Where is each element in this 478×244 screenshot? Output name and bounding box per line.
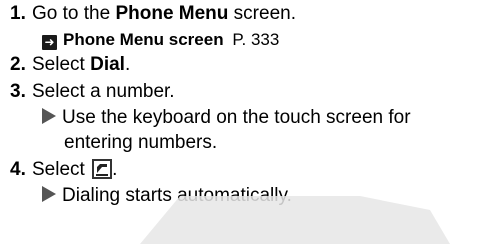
step-text-after: . xyxy=(112,159,118,180)
step-text: Select xyxy=(32,159,91,180)
note-keyboard-cont: entering numbers. xyxy=(64,131,217,155)
note-keyboard: Use the keyboard on the touch screen for xyxy=(42,106,411,130)
phone-handset-icon xyxy=(92,159,113,179)
step-2: 2. Select Dial. xyxy=(0,53,130,77)
step-number: 1. xyxy=(10,3,26,24)
note-dialing: Dialing starts automatically. xyxy=(42,184,292,208)
step-4: 4. Select . xyxy=(0,158,117,182)
cross-reference[interactable]: ➜ Phone Menu screen P. 333 xyxy=(42,28,279,52)
reference-label: Phone Menu screen xyxy=(63,30,224,49)
note-text: entering numbers. xyxy=(64,132,218,153)
step-text-after: screen. xyxy=(228,3,296,24)
step-text: Go to the xyxy=(32,3,116,24)
step-number: 4. xyxy=(10,159,26,180)
triangle-bullet-icon xyxy=(42,186,56,202)
reference-page: P. 333 xyxy=(232,30,280,49)
step-bold: Dial xyxy=(90,54,125,75)
step-text-after: . xyxy=(124,54,131,75)
step-number: 2. xyxy=(10,54,26,75)
manual-page: 1. Go to the Phone Menu screen. ➜ Phone Me… xyxy=(0,0,478,244)
step-3: 3. Select a number. xyxy=(0,80,175,104)
step-1: 1. Go to the Phone Menu screen. xyxy=(0,2,296,26)
note-text: Dialing starts automatically. xyxy=(62,185,292,206)
step-text: Select a number. xyxy=(32,81,175,102)
step-bold: Phone Menu xyxy=(115,3,229,24)
note-text: Use the keyboard on the touch screen for xyxy=(62,107,411,128)
triangle-bullet-icon xyxy=(42,108,56,124)
step-number: 3. xyxy=(10,81,26,102)
arrow-right-icon: ➜ xyxy=(42,35,57,50)
step-text: Select xyxy=(32,54,91,75)
